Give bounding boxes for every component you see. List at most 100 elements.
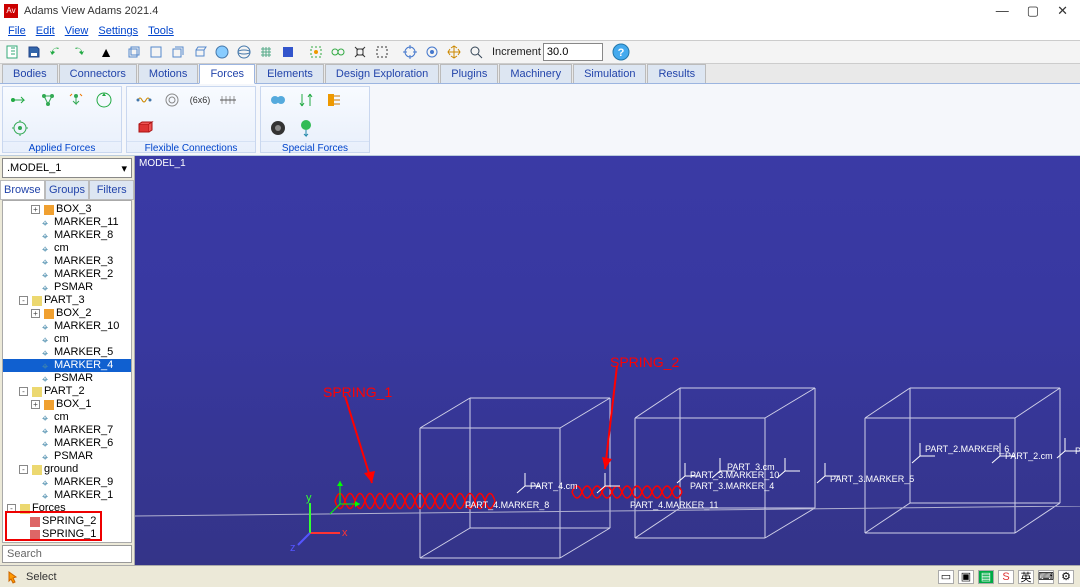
rotate-icon[interactable] [422,42,442,62]
maximize-button[interactable]: ▢ [1027,3,1039,19]
applied-force-4-icon[interactable] [93,89,115,111]
tree-node[interactable]: SPRING_2 [3,515,131,528]
zoom-icon[interactable] [466,42,486,62]
view-right-icon[interactable] [168,42,188,62]
applied-force-2-icon[interactable] [37,89,59,111]
flex-beam-icon[interactable] [217,89,239,111]
tree-node[interactable]: ⌖MARKER_7 [3,424,131,437]
tree-node[interactable]: ⌖MARKER_11 [3,216,131,229]
select-group-icon[interactable] [306,42,326,62]
increment-input[interactable] [543,43,603,61]
menu-file[interactable]: File [4,25,30,37]
new-icon[interactable] [2,42,22,62]
tree-node[interactable]: -PART_3 [3,294,131,307]
ribbon-group-flexible-connections: (6x6) Flexible Connections [126,86,256,153]
tree-node[interactable]: ⌖MARKER_9 [3,476,131,489]
tree-node[interactable]: -PART_2 [3,385,131,398]
tree-node[interactable]: ⌖MARKER_8 [3,229,131,242]
tree-node[interactable]: -Forces [3,502,131,515]
special-arrow-icon[interactable] [295,89,317,111]
sidebar-tab-filters[interactable]: Filters [89,180,134,200]
depth-icon[interactable] [278,42,298,62]
tab-machinery[interactable]: Machinery [499,64,572,83]
ribbon-group-label: Special Forces [261,141,369,156]
save-icon[interactable] [24,42,44,62]
sidebar-tab-groups[interactable]: Groups [45,180,90,200]
special-tire-icon[interactable] [267,117,289,139]
view-iso-icon[interactable] [124,42,144,62]
model-selector[interactable]: .MODEL_1 ▾ [2,158,132,178]
redo-icon[interactable] [68,42,88,62]
flex-coil-icon[interactable] [161,89,183,111]
tray-icon[interactable]: ▤ [978,570,994,584]
special-modal-icon[interactable] [323,89,345,111]
close-button[interactable]: ✕ [1057,3,1068,19]
pointer-icon[interactable]: ▲ [96,42,116,62]
undo-icon[interactable] [46,42,66,62]
applied-force-5-icon[interactable] [9,117,31,139]
tab-results[interactable]: Results [647,64,706,83]
sidebar-tab-browse[interactable]: Browse [0,180,45,200]
help-icon[interactable]: ? [611,42,631,62]
tray-icon[interactable]: ⚙ [1058,570,1074,584]
tray-icon[interactable]: S [998,570,1014,584]
minimize-button[interactable]: — [996,3,1009,19]
tab-motions[interactable]: Motions [138,64,199,83]
tray-icon[interactable]: ▭ [938,570,954,584]
wire-icon[interactable] [234,42,254,62]
tray-icon[interactable]: 英 [1018,570,1034,584]
grid-icon[interactable] [256,42,276,62]
link-icon[interactable] [328,42,348,62]
shade-icon[interactable] [212,42,232,62]
view-top-icon[interactable] [190,42,210,62]
tab-forces[interactable]: Forces [199,64,255,84]
menu-settings[interactable]: Settings [94,25,142,37]
center-icon[interactable] [400,42,420,62]
pan-icon[interactable] [444,42,464,62]
applied-force-1-icon[interactable] [9,89,31,111]
menu-edit[interactable]: Edit [32,25,59,37]
tree-node[interactable]: ⌖PSMAR [3,450,131,463]
tab-elements[interactable]: Elements [256,64,324,83]
tab-design-exploration[interactable]: Design Exploration [325,64,439,83]
flex-matrix-icon[interactable]: (6x6) [189,89,211,111]
tree-node[interactable]: ⌖MARKER_5 [3,346,131,359]
flex-spring-icon[interactable] [133,89,155,111]
cube-part2 [855,378,1075,565]
tab-bodies[interactable]: Bodies [2,64,58,83]
tree-node[interactable]: ⌖cm [3,411,131,424]
tree-node[interactable]: +BOX_2 [3,307,131,320]
special-gravity-icon[interactable] [295,117,317,139]
tree-node[interactable]: ⌖MARKER_1 [3,489,131,502]
tree-node[interactable]: +BOX_1 [3,398,131,411]
tab-simulation[interactable]: Simulation [573,64,646,83]
tree-node[interactable]: ⌖PSMAR [3,281,131,294]
special-contact-icon[interactable] [267,89,289,111]
tree-node[interactable]: ↓gravity [3,541,131,543]
search-input[interactable]: Search [2,545,132,563]
box-select-icon[interactable] [372,42,392,62]
tree-node[interactable]: ⌖cm [3,333,131,346]
tray-icon[interactable]: ▣ [958,570,974,584]
applied-force-3-icon[interactable] [65,89,87,111]
tray-icon[interactable]: ⌨ [1038,570,1054,584]
view-front-icon[interactable] [146,42,166,62]
tree-node[interactable]: ⌖MARKER_3 [3,255,131,268]
tree-node[interactable]: -ground [3,463,131,476]
tree-node[interactable]: ⌖MARKER_10 [3,320,131,333]
tree-node[interactable]: ⌖MARKER_6 [3,437,131,450]
fit-icon[interactable] [350,42,370,62]
model-tree[interactable]: +BOX_3⌖MARKER_11⌖MARKER_8⌖cm⌖MARKER_3⌖MA… [2,200,132,543]
tab-connectors[interactable]: Connectors [59,64,137,83]
viewport-3d[interactable]: MODEL_1 [135,156,1080,565]
flex-bushing-icon[interactable] [133,117,155,139]
tree-node[interactable]: ⌖cm [3,242,131,255]
tab-plugins[interactable]: Plugins [440,64,498,83]
menu-tools[interactable]: Tools [144,25,178,37]
tree-node[interactable]: SPRING_1 [3,528,131,541]
menu-view[interactable]: View [61,25,93,37]
tree-node[interactable]: ⌖PSMAR [3,372,131,385]
tree-node[interactable]: ⌖MARKER_2 [3,268,131,281]
tree-node[interactable]: ⌖MARKER_4 [3,359,131,372]
tree-node[interactable]: +BOX_3 [3,203,131,216]
